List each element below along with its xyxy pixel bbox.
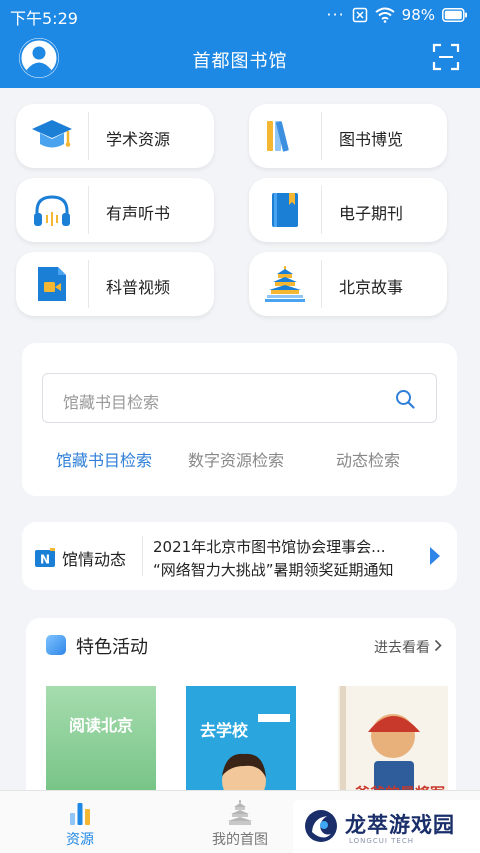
- search-icon[interactable]: [394, 388, 416, 410]
- tab-news-search[interactable]: 动态检索: [336, 447, 400, 471]
- wifi-icon: [375, 7, 395, 23]
- nav-resources[interactable]: 资源: [0, 791, 160, 853]
- tile-divider: [321, 260, 322, 308]
- tile-divider: [321, 112, 322, 160]
- news-divider: [142, 536, 143, 576]
- play-arrow-icon[interactable]: [429, 546, 441, 566]
- scan-icon[interactable]: [432, 43, 460, 71]
- featured-icon: [46, 635, 66, 655]
- temple-of-heaven-icon: [228, 800, 252, 825]
- chevron-right-icon[interactable]: [434, 639, 442, 652]
- menu-label: 北京故事: [339, 278, 404, 297]
- menu-book-browse[interactable]: 图书博览: [249, 104, 447, 168]
- news-label: 馆情动态: [62, 550, 127, 569]
- menu-e-journals[interactable]: 电子期刊: [249, 178, 447, 242]
- featured-title: 特色活动: [76, 637, 148, 658]
- app-bar: 首都图书馆: [0, 30, 480, 88]
- tab-digital-resource-search[interactable]: 数字资源检索: [188, 447, 284, 471]
- watermark-subtext: LONGCUI TECH: [349, 837, 414, 845]
- video-icon: [38, 267, 66, 301]
- book-cover-title: 阅读北京: [69, 716, 133, 735]
- nav-label: 资源: [66, 832, 94, 848]
- news-item[interactable]: “网络智力大挑战”暑期领奖延期通知: [153, 559, 394, 580]
- news-icon: N: [35, 548, 55, 567]
- menu-audiobooks[interactable]: 有声听书: [16, 178, 214, 242]
- tile-divider: [88, 260, 89, 308]
- status-time: 下午5:29: [10, 9, 78, 28]
- status-icons: ··· 98%: [326, 6, 468, 24]
- watermark-logo-icon: [305, 810, 337, 842]
- books-icon: [267, 121, 289, 152]
- search-placeholder: 馆藏书目检索: [63, 393, 160, 412]
- page-title: 首都图书馆: [192, 51, 288, 72]
- journal-icon: [272, 193, 298, 227]
- watermark: 龙萃游戏园 LONGCUI TECH: [293, 800, 480, 853]
- search-input[interactable]: 馆藏书目检索: [42, 373, 437, 423]
- status-bar: 下午5:29 ··· 98%: [0, 0, 480, 30]
- news-item[interactable]: 2021年北京市图书馆协会理事会...: [153, 536, 385, 557]
- menu-label: 科普视频: [106, 278, 171, 297]
- menu-label: 图书博览: [339, 130, 404, 149]
- menu-academic-resources[interactable]: 学术资源: [16, 104, 214, 168]
- tile-divider: [88, 112, 89, 160]
- menu-label: 学术资源: [106, 130, 171, 149]
- tile-divider: [321, 186, 322, 234]
- search-card: 馆藏书目检索 馆藏书目检索 数字资源检索 动态检索: [22, 343, 457, 496]
- temple-of-heaven-icon: [265, 266, 305, 302]
- menu-science-videos[interactable]: 科普视频: [16, 252, 214, 316]
- library-news[interactable]: N 馆情动态 2021年北京市图书馆协会理事会... “网络智力大挑战”暑期领奖…: [22, 522, 457, 590]
- sim-off-icon: [352, 7, 367, 23]
- menu-label: 有声听书: [106, 204, 171, 223]
- battery-icon: [442, 8, 467, 22]
- bar-chart-icon: [70, 803, 90, 825]
- watermark-text: 龙萃游戏园: [345, 813, 455, 837]
- svg-text:N: N: [40, 553, 50, 567]
- graduation-cap-icon: [32, 120, 72, 148]
- battery-percent: 98%: [401, 6, 435, 24]
- header-bar: 下午5:29 ··· 98% 首都图书馆: [0, 0, 480, 88]
- see-more-link[interactable]: 进去看看: [374, 637, 430, 657]
- tile-divider: [88, 186, 89, 234]
- menu-label: 电子期刊: [339, 204, 404, 223]
- book-cover-title: 去学校: [200, 721, 249, 740]
- tab-catalog-search[interactable]: 馆藏书目检索: [56, 447, 152, 471]
- headphones-icon: [34, 195, 70, 226]
- menu-beijing-stories[interactable]: 北京故事: [249, 252, 447, 316]
- more-dots-icon: ···: [326, 5, 345, 24]
